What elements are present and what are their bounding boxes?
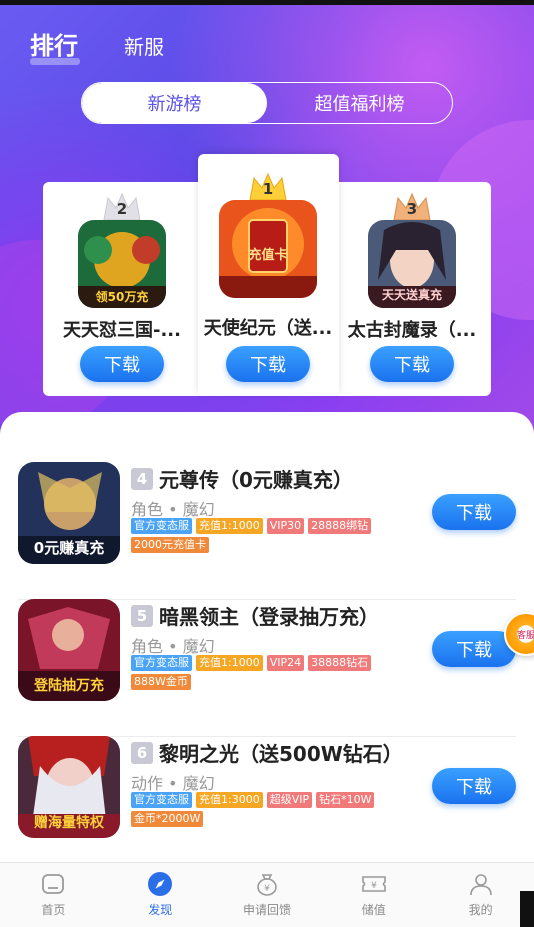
download-button[interactable]: 下载 — [370, 346, 454, 382]
list-item[interactable]: 0元赚真充 4 元尊传（0元赚真充） 角色 • 魔幻 官方变态服 充值1:100… — [18, 462, 516, 600]
podium-game-name: 天天怼三国-... — [63, 320, 181, 341]
tag: VIP24 — [266, 655, 305, 671]
podium-game-name: 天使纪元（送... — [203, 318, 333, 339]
svg-text:¥: ¥ — [371, 881, 377, 891]
ranking-segment: 新游榜 超值福利榜 — [81, 82, 453, 124]
tab-label: 申请回馈 — [242, 903, 291, 917]
game-category: 角色 • 魔幻 — [131, 500, 215, 519]
tag: 官方变态服 — [131, 792, 192, 808]
game-icon[interactable]: 0元赚真充 — [18, 462, 120, 564]
rank-badge: 6 — [131, 742, 153, 764]
tag: VIP30 — [266, 518, 305, 534]
bronze-crown-icon: 3 — [392, 192, 432, 222]
silver-crown-icon: 2 — [102, 192, 142, 222]
download-button[interactable]: 下载 — [432, 494, 516, 530]
tab-new-server[interactable]: 新服 — [124, 31, 164, 60]
tag: 充值1:1000 — [196, 518, 263, 534]
tag-list: 官方变态服 充值1:3000 超级VIP 钻石*10W 金币*2000W — [131, 792, 421, 827]
game-category: 动作 • 魔幻 — [131, 774, 215, 793]
tab-label: 储值 — [361, 903, 386, 917]
tag: 钻石*10W — [316, 792, 375, 808]
tab-rank[interactable]: 排行 — [30, 26, 80, 65]
tag: 金币*2000W — [131, 811, 204, 827]
segment-new-games[interactable]: 新游榜 — [82, 83, 267, 123]
top-nav: 排行 新服 — [30, 26, 164, 65]
game-icon[interactable]: 赠海量特权 — [18, 736, 120, 838]
tag: 28888绑钻 — [308, 518, 372, 534]
status-bar — [0, 0, 534, 5]
podium-item-1[interactable]: 1 充值卡 天使纪元（送... 下载 — [193, 172, 343, 392]
podium-rank: 2 — [116, 200, 128, 218]
tab-label: 首页 — [41, 903, 66, 917]
download-button[interactable]: 下载 — [432, 768, 516, 804]
tag: 充值1:1000 — [196, 655, 263, 671]
tab-label: 发现 — [148, 903, 173, 917]
money-bag-icon: ¥ — [257, 874, 277, 896]
user-icon — [469, 874, 492, 896]
icon-caption: 0元赚真充 — [33, 539, 105, 557]
icon-caption: 天天送真充 — [381, 288, 442, 302]
customer-service-label: 客服 — [516, 630, 534, 641]
compass-icon — [148, 872, 173, 896]
tab-home[interactable]: 首页 — [0, 863, 107, 927]
bottom-tab-bar: 首页 发现 ¥ 申请回馈 ¥ 储值 我的 — [0, 862, 534, 927]
tab-discover[interactable]: 发现 — [107, 863, 214, 927]
segment-welfare[interactable]: 超值福利榜 — [267, 83, 452, 123]
tag-list: 官方变态服 充值1:1000 VIP24 38888钻石 888W金币 — [131, 655, 421, 690]
podium-game-name: 太古封魔录（... — [347, 320, 477, 341]
tag: 官方变态服 — [131, 655, 192, 671]
game-title: 暗黑领主（登录抽万充） — [159, 605, 379, 629]
rank-badge: 5 — [131, 605, 153, 627]
ticket-icon: ¥ — [361, 876, 386, 892]
tag: 38888钻石 — [308, 655, 372, 671]
tab-label: 我的 — [468, 903, 493, 917]
icon-caption: 领50万充 — [95, 290, 149, 304]
list-item[interactable]: 赠海量特权 6 黎明之光（送500W钻石） 动作 • 魔幻 官方变态服 充值1:… — [18, 736, 516, 874]
tag: 充值1:3000 — [196, 792, 263, 808]
podium-item-2[interactable]: 2 领50万充 天天怼三国-... 下载 — [47, 192, 197, 392]
podium-rank: 3 — [406, 200, 418, 218]
icon-caption: 登陆抽万充 — [34, 678, 104, 694]
download-button[interactable]: 下载 — [226, 346, 310, 382]
list-item[interactable]: 登陆抽万充 5 暗黑领主（登录抽万充） 角色 • 魔幻 官方变态服 充值1:10… — [18, 599, 516, 737]
home-icon — [42, 874, 65, 894]
game-icon[interactable]: 登陆抽万充 — [18, 599, 120, 701]
svg-text:¥: ¥ — [264, 884, 270, 894]
icon-caption: 充值卡 — [248, 248, 288, 263]
game-title: 黎明之光（送500W钻石） — [159, 742, 403, 766]
system-nav-edge — [520, 891, 534, 927]
gold-crown-icon: 1 — [248, 172, 288, 202]
icon-caption: 赠海量特权 — [34, 815, 104, 831]
tag: 官方变态服 — [131, 518, 192, 534]
tag-list: 官方变态服 充值1:1000 VIP30 28888绑钻 2000元充值卡 — [131, 518, 421, 553]
download-button[interactable]: 下载 — [80, 346, 164, 382]
podium-item-3[interactable]: 3 天天送真充 太古封魔录（... 下载 — [337, 192, 487, 392]
tag: 超级VIP — [266, 792, 313, 808]
tab-profile[interactable]: 我的 — [427, 863, 534, 927]
tab-feedback[interactable]: ¥ 申请回馈 — [214, 863, 321, 927]
game-category: 角色 • 魔幻 — [131, 637, 215, 656]
tab-recharge[interactable]: ¥ 储值 — [320, 863, 427, 927]
tag: 2000元充值卡 — [131, 537, 209, 553]
tag: 888W金币 — [131, 674, 191, 690]
game-title: 元尊传（0元赚真充） — [159, 468, 353, 492]
rank-badge: 4 — [131, 468, 153, 490]
podium-rank: 1 — [262, 180, 274, 198]
